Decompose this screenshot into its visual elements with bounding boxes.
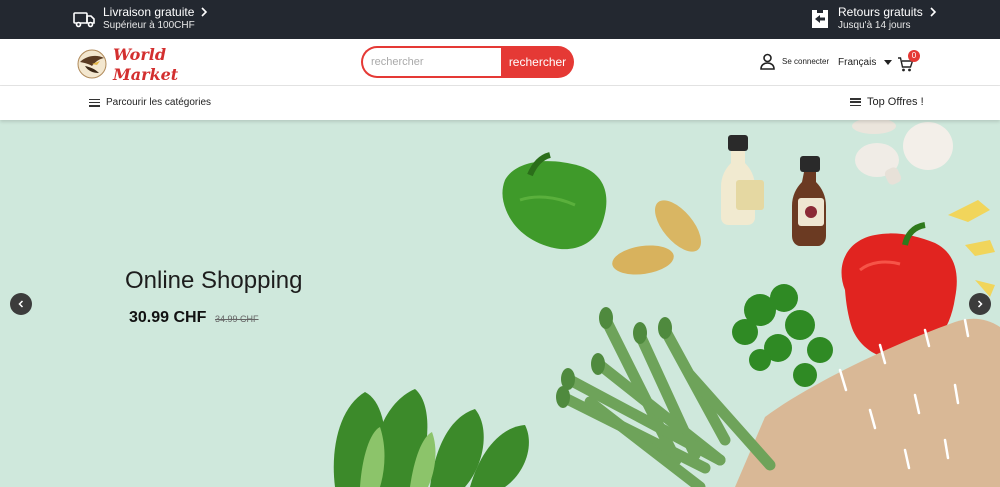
search-input[interactable] — [361, 46, 501, 78]
carousel-next-button[interactable] — [969, 293, 991, 315]
world-market-logo[interactable]: World Market — [75, 42, 179, 84]
menu-icon — [850, 98, 861, 106]
chevron-right-icon — [977, 300, 983, 308]
free-shipping-promo[interactable]: Livraison gratuite Supérieur à 100CHF — [73, 5, 208, 33]
carousel-prev-button[interactable] — [10, 293, 32, 315]
svg-text:World: World — [113, 45, 166, 64]
chevron-right-icon — [201, 7, 208, 17]
chevron-right-icon — [930, 7, 936, 17]
vegetables-illustration — [333, 120, 1000, 487]
search-form: rechercher — [361, 46, 574, 78]
returns-subtitle: Jusqu'à 14 jours — [838, 20, 911, 31]
main-header: World Market rechercher Se connecter Fra… — [0, 39, 1000, 86]
language-selector[interactable]: Français — [838, 57, 893, 68]
search-button[interactable]: rechercher — [501, 46, 574, 78]
chevron-left-icon — [18, 300, 24, 308]
login-label: Se connecter — [782, 57, 830, 66]
login-link[interactable]: Se connecter — [759, 53, 829, 70]
cart-count-badge: 0 — [908, 50, 920, 62]
return-arrow-icon — [812, 10, 828, 28]
free-returns-promo[interactable]: Retours gratuits Jusqu'à 14 jours — [808, 5, 937, 33]
svg-text:Market: Market — [112, 65, 179, 84]
hero-price: 30.99 CHF — [129, 309, 207, 326]
language-label: Français — [838, 57, 877, 68]
hero-title: Online Shopping — [125, 267, 303, 294]
shipping-subtitle: Supérieur à 100CHF — [103, 20, 195, 31]
hero-banner[interactable]: Online Shopping 30.99 CHF 34.99 CHF — [0, 120, 1000, 487]
menu-icon — [89, 98, 100, 107]
returns-title: Retours gratuits — [838, 5, 937, 19]
user-icon — [760, 53, 775, 70]
hero-old-price: 34.99 CHF — [215, 314, 259, 324]
category-nav: Parcourir les catégories Top Offres ! — [0, 86, 1000, 120]
browse-categories-button[interactable]: Parcourir les catégories — [89, 97, 211, 108]
cart-button[interactable]: 0 — [897, 50, 921, 75]
shipping-title: Livraison gratuite — [103, 5, 208, 19]
top-offers-label: Top Offres ! — [867, 96, 924, 108]
caret-down-icon — [884, 60, 893, 65]
truck-icon — [73, 12, 95, 28]
top-promo-bar: Livraison gratuite Supérieur à 100CHF Re… — [0, 0, 1000, 39]
browse-categories-label: Parcourir les catégories — [106, 97, 212, 108]
top-offers-link[interactable]: Top Offres ! — [850, 96, 924, 108]
